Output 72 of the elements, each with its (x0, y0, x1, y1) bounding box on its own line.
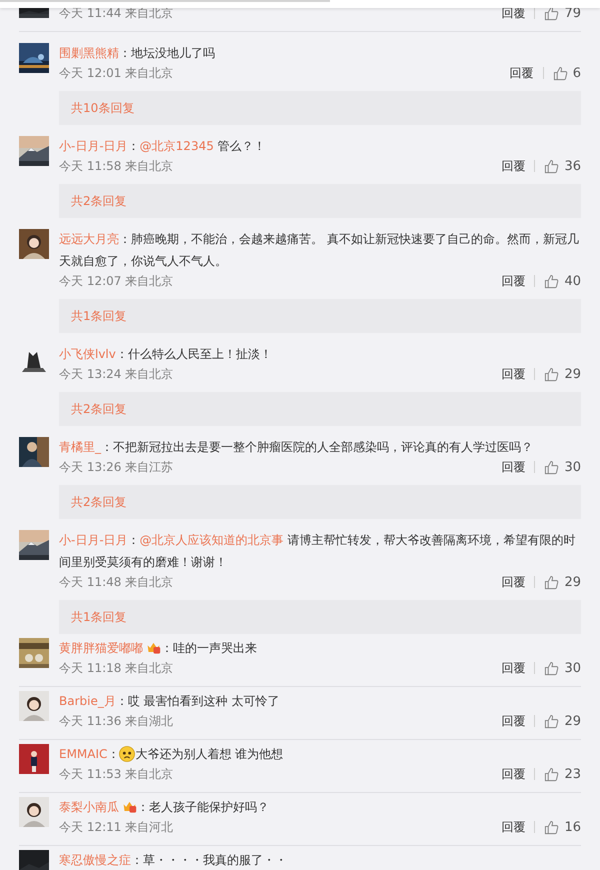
comment-time: 今天 11:58 来自北京 (59, 158, 174, 174)
comment-text: 围剿黑熊精：地坛没地儿了吗 (59, 45, 216, 62)
view-replies-link[interactable]: 共10条回复 (59, 91, 581, 125)
like-count: 40 (564, 274, 581, 288)
comment-text: EMMAIC： 大爷还为别人着想 谁为他想 (59, 745, 284, 764)
comment-text: 小-日月-日月：@北京12345 管么？！ (59, 138, 267, 155)
reply-link[interactable]: 回覆 (510, 64, 534, 82)
username-link[interactable]: 青橘里_ (59, 440, 101, 454)
comment-time: 今天 13:24 来自北京 (59, 366, 174, 382)
username-link[interactable]: 黄胖胖猫爱嘟嘟 (59, 641, 143, 655)
thumbs-up-icon[interactable] (544, 158, 560, 174)
username-link[interactable]: 小-日月-日月 (59, 533, 128, 547)
reply-link[interactable]: 回覆 (501, 712, 526, 730)
reply-link[interactable]: 回覆 (501, 158, 526, 174)
username-link[interactable]: 围剿黑熊精 (59, 46, 119, 60)
comment-time: 今天 11:48 来自北京 (59, 574, 174, 590)
comment-text: 寒忍傲慢之症：草・・・・我真的服了・・ (59, 852, 288, 869)
username-link[interactable]: 泰梨小南瓜 (59, 800, 119, 814)
comment-text: 小飞侠lvlv：什么特么人民至上！扯淡！ (59, 346, 273, 363)
comment-text: Barbie_月：哎 最害怕看到这种 太可怜了 (59, 693, 280, 710)
reply-link[interactable]: 回覆 (501, 366, 526, 382)
sad-face-icon (119, 746, 136, 762)
comment-text: 小-日月-日月：@北京人应该知道的北京事 请博主帮忙转发，帮大爷改善隔离环境，希望有限的时间里别受莫须有的磨难！谢谢！ (59, 532, 576, 571)
view-replies-link[interactable]: 共2条回复 (59, 184, 581, 218)
like-count: 29 (564, 714, 581, 728)
reply-link[interactable]: 回覆 (501, 766, 526, 782)
comment-text: 远远大月亮：肺癌晚期，不能治，会越来越痛苦。 真不如让新冠快速要了自己的命。然而，新冠几天就自愈了，你说气人不气人。 (59, 231, 580, 270)
comment-text: 黄胖胖猫爱嘟嘟 ：哇的一声哭出来 (59, 639, 258, 657)
mention-link[interactable]: @北京12345 (140, 139, 214, 153)
like-count: 29 (564, 574, 581, 590)
username-link[interactable]: 寒忍傲慢之症 (59, 853, 131, 867)
comment-time: 今天 12:07 来自北京 (59, 272, 174, 290)
thumbs-up-icon[interactable] (544, 6, 560, 20)
like-count: 23 (564, 766, 581, 782)
like-count: 6 (572, 66, 581, 80)
thumbs-up-icon[interactable] (544, 714, 560, 728)
comment-time: 今天 12:11 来自河北 (59, 818, 174, 836)
comment-text: 青橘里_：不把新冠拉出去是要一整个肿瘤医院的人全部感染吗，评论真的有人学过医吗？ (59, 439, 534, 456)
comment-time: 今天 11:18 来自北京 (59, 660, 174, 676)
comment-time: 今天 11:53 来自北京 (59, 766, 174, 782)
view-replies-link[interactable]: 共1条回复 (59, 600, 581, 634)
thumbs-up-icon[interactable] (544, 820, 560, 834)
view-replies-link[interactable]: 共1条回复 (59, 299, 581, 333)
reply-link[interactable]: 回覆 (501, 458, 526, 476)
username-link[interactable]: EMMAIC (59, 747, 108, 761)
reply-link[interactable]: 回覆 (501, 818, 526, 836)
username-link[interactable]: 远远大月亮 (59, 232, 119, 246)
comment-time: 今天 12:01 来自北京 (59, 64, 174, 82)
like-count: 16 (564, 820, 581, 834)
reply-link[interactable]: 回覆 (501, 660, 526, 676)
comment-time: 今天 13:26 来自江苏 (59, 458, 174, 476)
thumbs-up-icon[interactable] (544, 460, 560, 474)
username-link[interactable]: 小-日月-日月 (59, 139, 128, 153)
view-replies-link[interactable]: 共2条回复 (59, 485, 581, 519)
thumbs-up-icon[interactable] (544, 366, 560, 382)
like-count: 29 (564, 366, 581, 382)
view-replies-link[interactable]: 共2条回复 (59, 392, 581, 426)
thumbs-up-icon[interactable] (552, 66, 568, 80)
reply-link[interactable]: 回覆 (501, 574, 526, 590)
username-link[interactable]: 小飞侠lvlv (59, 347, 116, 361)
comment-text: 泰梨小南瓜 ：老人孩子能保护好吗？ (59, 798, 270, 816)
thumbs-up-icon[interactable] (544, 274, 560, 288)
username-link[interactable]: Barbie_月 (59, 694, 116, 708)
reply-link[interactable]: 回覆 (501, 272, 526, 290)
thumbs-up-icon[interactable] (544, 574, 560, 590)
thumbs-up-icon[interactable] (544, 766, 560, 782)
like-count: 30 (564, 660, 581, 676)
comment-time: 今天 11:36 来自湖北 (59, 712, 174, 730)
thumbs-up-icon[interactable] (544, 660, 560, 676)
mention-link[interactable]: @北京人应该知道的北京事 (140, 533, 284, 547)
like-count: 36 (564, 158, 581, 174)
like-count: 30 (564, 460, 581, 474)
